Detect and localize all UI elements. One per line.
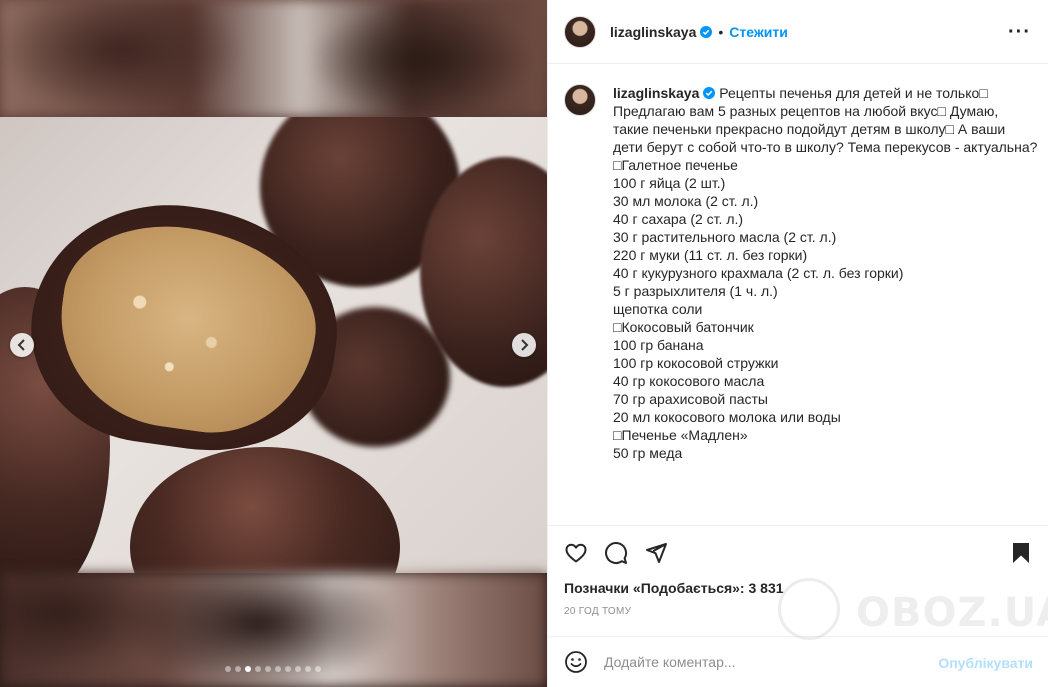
carousel-dot <box>265 666 271 672</box>
caption: lizaglinskaya Рецепты печенья для детей … <box>564 84 1038 462</box>
caption-line: 220 г муки (11 ст. л. без горки) <box>613 247 808 263</box>
caption-line: 20 мл кокосового молока или воды <box>613 409 841 425</box>
chevron-left-icon <box>17 339 25 351</box>
likes-count[interactable]: Позначки «Подобається»: 3 831 <box>564 580 784 596</box>
caption-line: 30 мл молока (2 ст. л.) <box>613 193 759 209</box>
comment-bar: Опублікувати <box>548 636 1048 687</box>
carousel-dot <box>305 666 311 672</box>
caption-first-line: lizaglinskaya Рецепты печенья для детей … <box>613 84 1033 102</box>
more-options-icon[interactable]: ··· <box>1008 22 1031 42</box>
caption-line: 100 г яйца (2 шт.) <box>613 175 726 191</box>
header-username[interactable]: lizaglinskaya <box>610 24 696 40</box>
caption-username[interactable]: lizaglinskaya <box>613 85 699 101</box>
follow-button[interactable]: Стежити <box>729 24 788 40</box>
caption-line: такие печеньки прекрасно подойдут детям … <box>613 121 1006 137</box>
carousel-next-button[interactable] <box>512 333 536 357</box>
carousel-dot <box>275 666 281 672</box>
caption-line: щепотка соли <box>613 301 703 317</box>
post-photo <box>0 117 547 573</box>
carousel-dot <box>285 666 291 672</box>
caption-line: □Галетное печенье <box>613 157 738 173</box>
caption-line: Предлагаю вам 5 разных рецептов на любой… <box>613 103 999 119</box>
emoji-icon[interactable] <box>564 650 588 674</box>
share-send-icon[interactable] <box>644 541 668 565</box>
caption-line: □Печенье «Мадлен» <box>613 427 748 443</box>
carousel-dot <box>295 666 301 672</box>
carousel-dot <box>255 666 261 672</box>
caption-line: 40 г кукурузного крахмала (2 ст. л. без … <box>613 265 904 281</box>
caption-line: 40 г сахара (2 ст. л.) <box>613 211 744 227</box>
caption-line: 5 г разрыхлителя (1 ч. л.) <box>613 283 778 299</box>
carousel-dot <box>315 666 321 672</box>
caption-line: □Кокосовый батончик <box>613 319 754 335</box>
caption-scroll-area[interactable]: lizaglinskaya Рецепты печенья для детей … <box>548 64 1048 525</box>
post-timestamp[interactable]: 20 ГОД ТОМУ <box>564 606 631 617</box>
post-actions <box>548 525 1048 579</box>
comment-icon[interactable] <box>604 541 628 565</box>
comment-input[interactable] <box>604 654 924 670</box>
carousel-dots <box>225 666 321 672</box>
post-sidebar: lizaglinskaya • Стежити ··· lizaglinskay… <box>547 0 1048 687</box>
avatar[interactable] <box>564 84 596 116</box>
verified-badge-icon <box>700 25 713 38</box>
bookmark-icon[interactable] <box>1009 541 1033 565</box>
caption-line: 100 гр кокосовой стружки <box>613 355 779 371</box>
caption-line: 30 г растительного масла (2 ст. л.) <box>613 229 837 245</box>
publish-button[interactable]: Опублікувати <box>938 655 1033 671</box>
caption-line-text: Рецепты печенья для детей и не только□ <box>715 85 988 101</box>
carousel-dot <box>245 666 251 672</box>
media-blurred-background-top <box>0 0 547 117</box>
carousel-dot <box>225 666 231 672</box>
caption-text: lizaglinskaya Рецепты печенья для детей … <box>613 84 1038 462</box>
post-header: lizaglinskaya • Стежити ··· <box>548 0 1048 64</box>
caption-line: 70 гр арахисовой пасты <box>613 391 768 407</box>
chocolate-candy <box>130 447 400 573</box>
verified-badge-icon <box>703 87 716 99</box>
caption-line: 40 гр кокосового масла <box>613 373 765 389</box>
caption-line: 100 гр банана <box>613 337 704 353</box>
caption-line: 50 гр меда <box>613 445 683 461</box>
avatar[interactable] <box>564 15 596 48</box>
carousel-prev-button[interactable] <box>10 333 34 357</box>
chevron-right-icon <box>521 339 529 351</box>
caption-line: дети берут с собой что-то в школу? Тема … <box>613 139 1038 155</box>
carousel-dot <box>235 666 241 672</box>
like-heart-icon[interactable] <box>564 541 588 565</box>
post-media <box>0 0 547 687</box>
header-separator: • <box>718 23 724 40</box>
